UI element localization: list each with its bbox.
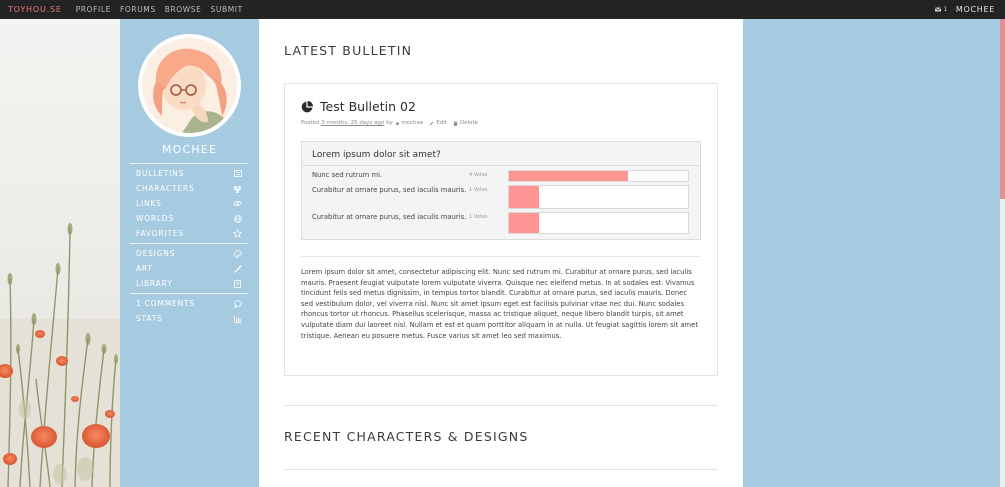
sidebar-item-characters[interactable]: CHARACTERS: [130, 181, 248, 196]
sidebar-item-worlds[interactable]: WORLDS: [130, 211, 248, 226]
sidebar-item-comments[interactable]: 1 COMMENTS: [130, 296, 248, 311]
sidebar-item-label: CHARACTERS: [136, 184, 195, 193]
nav-profile[interactable]: PROFILE: [76, 5, 111, 14]
sidebar-group-meta: 1 COMMENTS STATS: [130, 293, 248, 328]
edit-label: Edit: [436, 120, 447, 126]
sidebar-group-art: DESIGNS ART LIBRARY: [130, 243, 248, 293]
by-label: by: [386, 120, 393, 126]
star-icon: [233, 229, 242, 238]
sidebar-item-stats[interactable]: STATS: [130, 311, 248, 326]
newspaper-icon: [233, 169, 242, 178]
delete-button[interactable]: Delete: [453, 120, 478, 126]
messages-indicator[interactable]: 1: [934, 6, 948, 13]
bulletin-divider: [301, 256, 701, 257]
poll-divider: [302, 165, 700, 166]
nav-browse[interactable]: BROWSE: [165, 5, 202, 14]
star-icon: [394, 120, 400, 125]
messages-count: 1: [943, 6, 948, 13]
trash-icon: [453, 121, 458, 126]
profile-sidebar: MOCHEE BULLETINS CHARACTERS LINKS WORLDS…: [120, 19, 259, 487]
poll-option-label: Curabitur at ornare purus, sed iaculis m…: [312, 186, 467, 194]
sidebar-item-label: 1 COMMENTS: [136, 299, 195, 308]
poll-bar-track: [508, 212, 689, 234]
poll-bar-track: [508, 170, 689, 182]
sidebar-item-label: STATS: [136, 314, 163, 323]
topnav-right: 1 MOCHEE: [934, 5, 995, 14]
poll-question: Lorem ipsum dolor sit amet?: [312, 150, 441, 160]
link-icon: [233, 199, 242, 208]
comment-icon: [233, 299, 242, 308]
poll-option-votes: 1 Votes: [469, 214, 488, 220]
sidebar-item-label: LINKS: [136, 199, 162, 208]
recent-characters-heading: RECENT CHARACTERS & DESIGNS: [284, 429, 529, 444]
character-portrait: [142, 38, 237, 133]
users-icon: [233, 184, 242, 193]
sidebar-item-art[interactable]: ART: [130, 261, 248, 276]
avatar[interactable]: [138, 34, 241, 137]
sidebar-item-label: DESIGNS: [136, 249, 176, 258]
sidebar-menu: BULLETINS CHARACTERS LINKS WORLDS FAVORI…: [130, 163, 248, 328]
sidebar-item-label: LIBRARY: [136, 279, 173, 288]
main-content: LATEST BULLETIN Test Bulletin 02 Posted …: [259, 19, 743, 487]
top-navbar: TOYHOU.SE PROFILE FORUMS BROWSE SUBMIT 1…: [0, 0, 1005, 19]
sidebar-item-label: BULLETINS: [136, 169, 185, 178]
nav-forums[interactable]: FORUMS: [120, 5, 156, 14]
nav-submit[interactable]: SUBMIT: [211, 5, 243, 14]
posted-label: Posted: [301, 120, 320, 126]
edit-button[interactable]: Edit: [429, 120, 447, 126]
poppy-field-image: [0, 223, 120, 487]
poll-bar-track: [508, 185, 689, 209]
bulletin-title: Test Bulletin 02: [301, 99, 416, 114]
sidebar-item-bulletins[interactable]: BULLETINS: [130, 166, 248, 181]
section-divider: [284, 469, 718, 470]
sidebar-group-main: BULLETINS CHARACTERS LINKS WORLDS FAVORI…: [130, 163, 248, 243]
pencil-icon: [429, 121, 434, 125]
globe-icon: [233, 214, 242, 223]
delete-label: Delete: [459, 120, 479, 126]
author-link[interactable]: mochee: [394, 120, 424, 126]
sidebar-item-library[interactable]: LIBRARY: [130, 276, 248, 291]
background-art: [0, 19, 120, 487]
sidebar-item-label: ART: [136, 264, 153, 273]
latest-bulletin-heading: LATEST BULLETIN: [284, 43, 413, 58]
poll-option-label: Nunc sed rutrum mi.: [312, 171, 383, 179]
sidebar-item-label: WORLDS: [136, 214, 175, 223]
sidebar-item-favorites[interactable]: FAVORITES: [130, 226, 248, 241]
sidebar-item-designs[interactable]: DESIGNS: [130, 246, 248, 261]
book-icon: [233, 279, 242, 288]
poll: Lorem ipsum dolor sit amet? Nunc sed rut…: [301, 141, 701, 240]
section-divider: [284, 405, 718, 406]
right-background-strip: [743, 19, 1005, 487]
poll-bar-fill: [509, 213, 539, 233]
bulletin-body: Lorem ipsum dolor sit amet, consectetur …: [301, 268, 698, 340]
poll-bar-fill: [509, 171, 629, 181]
user-menu[interactable]: MOCHEE: [956, 5, 995, 14]
mail-icon: [934, 7, 942, 12]
chart-icon: [233, 314, 242, 323]
bulletin-card: Test Bulletin 02 Posted 3 months, 25 day…: [284, 83, 718, 376]
posted-time[interactable]: 3 months, 25 days ago: [321, 120, 384, 126]
bulletin-title-text[interactable]: Test Bulletin 02: [320, 99, 416, 114]
poll-option-votes: 1 Votes: [469, 187, 488, 193]
bulletin-meta: Posted 3 months, 25 days ago by mochee E…: [301, 120, 478, 126]
poll-option-votes: 4 Votes: [469, 172, 488, 178]
sidebar-item-links[interactable]: LINKS: [130, 196, 248, 211]
site-logo[interactable]: TOYHOU.SE: [8, 5, 62, 14]
poll-pie-icon: [301, 100, 313, 112]
author-name: mochee: [401, 120, 424, 126]
poll-option-label: Curabitur at ornare purus, sed iaculis m…: [312, 213, 467, 221]
sidebar-item-label: FAVORITES: [136, 229, 184, 238]
avatar-image: [142, 38, 237, 133]
poll-bar-fill: [509, 186, 539, 208]
profile-username: MOCHEE: [161, 143, 218, 156]
brush-icon: [233, 264, 242, 273]
scrollbar-thumb[interactable]: [1000, 19, 1005, 199]
palette-icon: [233, 249, 242, 258]
